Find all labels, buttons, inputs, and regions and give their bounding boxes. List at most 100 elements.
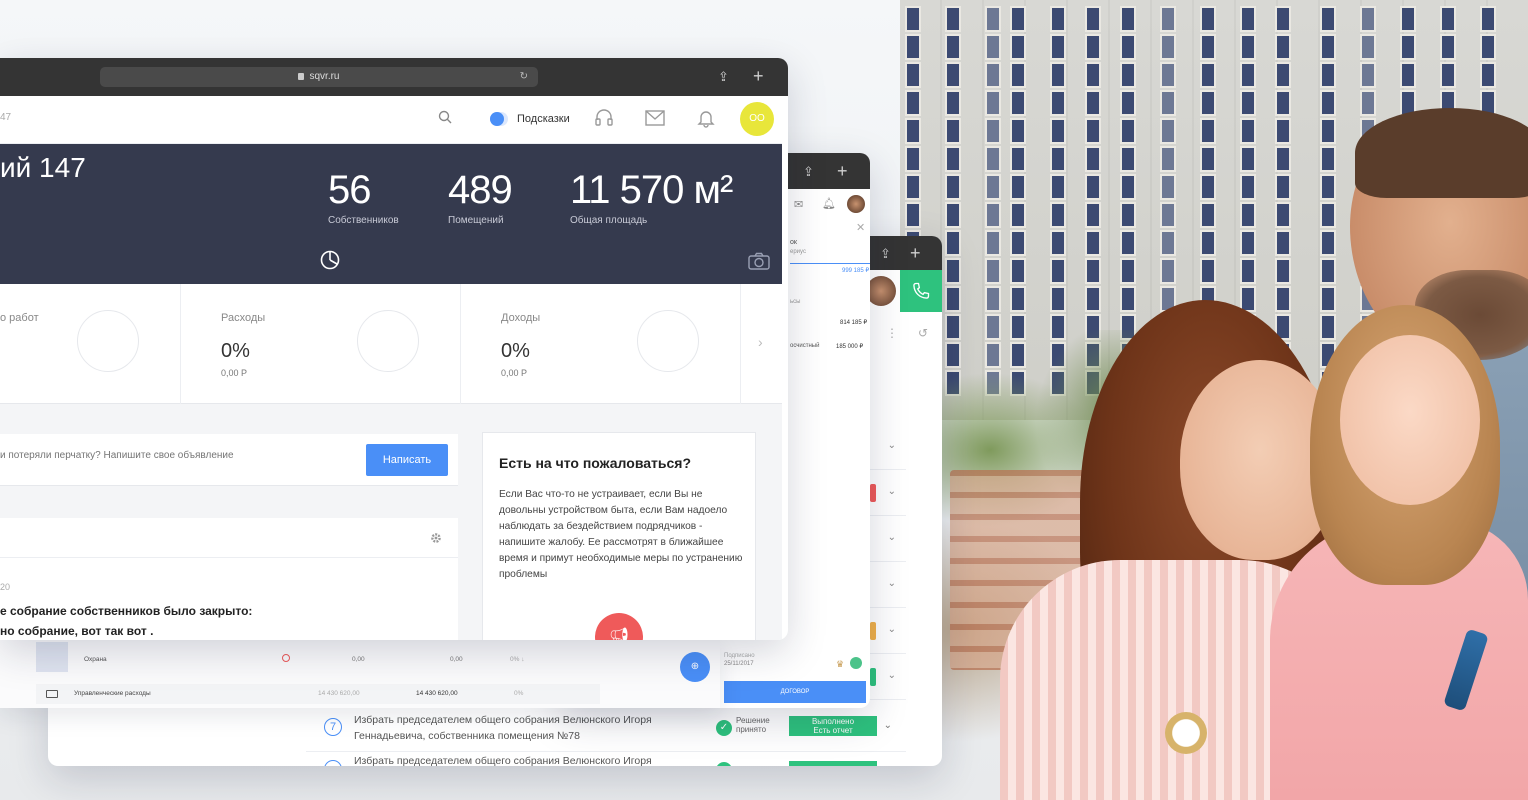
agenda-number — [324, 760, 342, 766]
card-title: Расходы — [221, 312, 266, 324]
chevron-down-icon[interactable]: ⌄ — [888, 624, 896, 635]
hints-label[interactable]: Подсказки — [517, 113, 570, 125]
avatar[interactable]: ОО — [740, 102, 774, 136]
building-window — [1320, 62, 1336, 88]
building-window — [1200, 62, 1216, 88]
building-window — [1160, 258, 1176, 284]
building-window — [1120, 62, 1136, 88]
budget-row[interactable]: Управленческие расходы 14 430 620,00 14 … — [36, 684, 600, 704]
building-window — [1240, 62, 1256, 88]
toggle-knob — [490, 112, 504, 126]
building-window — [1320, 286, 1336, 312]
building-window — [1010, 230, 1026, 256]
building-window — [1440, 6, 1456, 32]
building-window — [1480, 34, 1496, 60]
building-window — [905, 34, 921, 60]
gear-icon[interactable] — [430, 532, 442, 544]
new-tab-icon[interactable]: + — [837, 162, 848, 180]
stat-label: Собственников — [328, 215, 399, 226]
mail-icon[interactable] — [645, 110, 665, 126]
building-window — [1200, 118, 1216, 144]
stat-label: Общая площадь — [570, 215, 648, 226]
chevron-down-icon[interactable]: ⌄ — [888, 532, 896, 543]
breadcrumb[interactable]: 47 — [0, 112, 11, 123]
user-avatar[interactable] — [866, 276, 896, 306]
chevron-down-icon[interactable]: ⌄ — [888, 578, 896, 589]
close-icon[interactable]: ✕ — [856, 221, 865, 234]
camera-icon[interactable] — [748, 252, 770, 270]
chevron-right-icon[interactable]: › — [758, 334, 763, 350]
reload-icon[interactable]: ↻ — [520, 67, 528, 87]
building-window — [985, 202, 1001, 228]
megaphone-icon: 📢︎ — [608, 628, 630, 640]
bell-icon[interactable] — [696, 108, 716, 128]
chevron-down-icon[interactable]: ⌄ — [888, 486, 896, 497]
building-window — [1275, 174, 1291, 200]
address-bar[interactable]: sqvr.ru ↻ — [100, 67, 538, 87]
building-window — [1050, 118, 1066, 144]
agenda-item[interactable]: 7 Избрать председателем общего собрания … — [306, 708, 906, 752]
card-income[interactable]: Доходы 0% 0,00 Р — [461, 284, 741, 404]
add-button[interactable]: ⊕ — [680, 652, 710, 682]
building-window — [1050, 62, 1066, 88]
building-window — [1240, 34, 1256, 60]
share-icon[interactable]: ⇪ — [718, 70, 729, 83]
card-expenses[interactable]: Расходы 0% 0,00 Р — [181, 284, 461, 404]
building-window — [1320, 90, 1336, 116]
agenda-item[interactable]: Избрать председателем общего собрания Ве… — [306, 754, 906, 766]
card-percent: 0% — [501, 340, 530, 362]
building-window — [1200, 146, 1216, 172]
building-window — [1480, 62, 1496, 88]
building-window — [1320, 146, 1336, 172]
completed-badge[interactable] — [789, 761, 877, 766]
building-window — [1400, 34, 1416, 60]
share-icon[interactable]: ⇪ — [880, 247, 891, 260]
chevron-down-icon[interactable]: ⌄ — [888, 440, 896, 451]
building-window — [1240, 6, 1256, 32]
alert-icon — [282, 654, 290, 662]
complaint-button[interactable]: 📢︎ — [595, 613, 643, 640]
building-window — [985, 34, 1001, 60]
announcement-input[interactable] — [0, 450, 350, 461]
building-window — [985, 258, 1001, 284]
building-window — [1160, 202, 1176, 228]
building-window — [985, 118, 1001, 144]
building-window — [1360, 34, 1376, 60]
bell-icon[interactable]: 🔔︎ — [822, 197, 836, 210]
history-icon[interactable]: ↺ — [918, 326, 928, 340]
new-tab-icon[interactable]: + — [910, 244, 921, 262]
building-window — [1360, 6, 1376, 32]
building-window — [1275, 90, 1291, 116]
share-icon[interactable]: ⇪ — [803, 165, 814, 178]
hints-toggle[interactable] — [490, 112, 508, 126]
feed-title[interactable]: е собрание собственников было закрыто: — [0, 604, 252, 618]
chevron-down-icon[interactable]: ⌄ — [884, 720, 892, 731]
search-icon[interactable] — [438, 110, 452, 124]
card-title: о работ — [0, 312, 39, 324]
building-window — [1085, 286, 1101, 312]
building-window — [1050, 286, 1066, 312]
building-window — [1085, 6, 1101, 32]
pie-chart-icon[interactable] — [320, 250, 340, 270]
badge-line-1: Выполнено — [811, 717, 855, 726]
building-window — [1275, 118, 1291, 144]
more-icon[interactable]: ⋮ — [886, 326, 898, 340]
building-window — [1275, 258, 1291, 284]
write-button[interactable]: Написать — [366, 444, 448, 476]
card-works[interactable]: о работ — [0, 284, 181, 404]
building-window — [1360, 62, 1376, 88]
contract-button[interactable]: ДОГОВОР — [724, 681, 866, 703]
building-window — [1010, 90, 1026, 116]
user-avatar[interactable] — [847, 195, 865, 213]
building-window — [1160, 62, 1176, 88]
url-text: sqvr.ru — [309, 71, 340, 82]
mail-icon[interactable]: ✉ — [794, 198, 803, 211]
building-window — [1085, 230, 1101, 256]
new-tab-icon[interactable]: + — [753, 67, 764, 85]
headset-icon[interactable] — [594, 108, 614, 128]
chevron-down-icon[interactable]: ⌄ — [888, 670, 896, 681]
call-button[interactable] — [900, 270, 942, 312]
budget-col1: 0,00 — [352, 656, 365, 663]
completed-badge[interactable]: Выполнено Есть отчет — [789, 716, 877, 736]
building-window — [1160, 90, 1176, 116]
